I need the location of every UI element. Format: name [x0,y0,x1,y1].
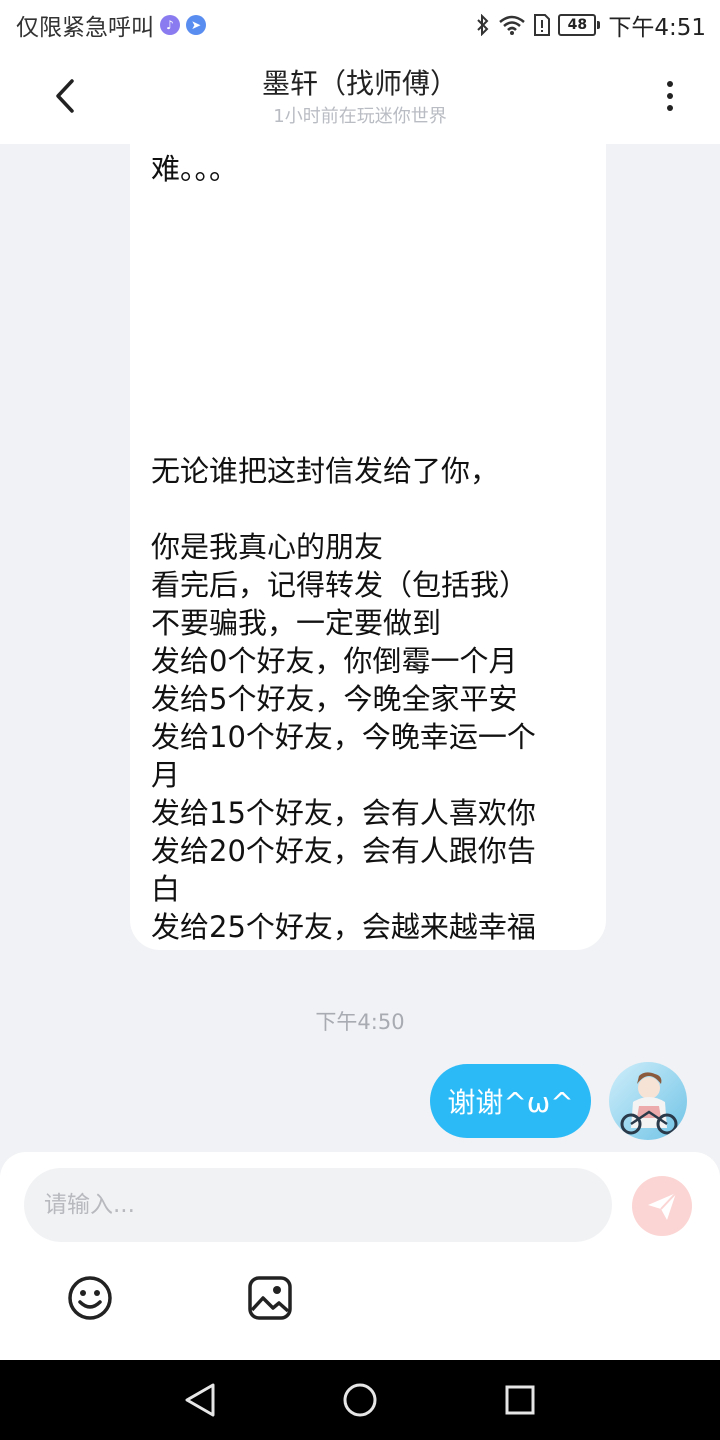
paper-plane-icon [648,1192,677,1220]
message-line: 发给5个好友，今晚全家平安 [151,682,518,716]
home-circle-icon [343,1383,377,1417]
back-triangle-icon [185,1383,215,1417]
message-line: 发给25个好友，会越来越幸福 [151,910,536,944]
message-list[interactable]: 难。。。 无论谁把这封信发给了你， 你是我真心的朋友 看完后，记得转发（包括我）… [0,144,720,1152]
navigation-icon: ➤ [186,15,206,35]
chat-header: 墨轩（找师傅） 1小时前在玩迷你世界 [0,48,720,144]
avatar[interactable] [609,1062,687,1140]
message-line: 无论谁把这封信发给了你， [151,454,500,488]
status-time: 下午4:51 [608,15,706,41]
more-dot [667,105,673,111]
message-line: 发给15个好友，会有人喜欢你 [151,796,536,830]
status-bar: 仅限紧急呼叫 ♪ ➤ 48 下午4:51 [0,0,720,48]
wifi-icon [498,14,526,36]
sim-alert-icon [534,14,551,36]
input-panel [0,1152,720,1360]
emoji-button[interactable] [66,1274,114,1322]
chat-screen: 仅限紧急呼叫 ♪ ➤ 48 下午4:51 墨轩（找师傅） 1小时前在玩迷你世界 … [0,0,720,1440]
more-dot [667,93,673,99]
message-timestamp: 下午4:50 [315,1010,405,1034]
message-line: 白 [151,872,181,906]
carrier-text: 仅限紧急呼叫 [16,15,154,41]
nav-home-button[interactable] [338,1378,382,1422]
message-line: 你是我真心的朋友 [151,530,384,564]
message-line: 不要骗我，一定要做到 [151,606,442,640]
send-button[interactable] [632,1176,692,1236]
message-line: 发给20个好友，会有人跟你告 [151,834,536,868]
system-navigation-bar [0,1360,720,1440]
nav-recents-button[interactable] [498,1378,542,1422]
contact-name: 墨轩（找师傅） [261,67,458,100]
recents-square-icon [505,1385,535,1415]
status-right: 48 下午4:51 [476,8,706,42]
more-options-button[interactable] [646,72,694,120]
message-line: 月 [151,758,181,792]
message-line: 发给10个好友，今晚幸运一个 [151,720,536,754]
message-line: 难。。。 [151,152,239,186]
outgoing-message-bubble[interactable]: 谢谢^ω^ [430,1064,591,1138]
outgoing-message-text: 谢谢^ω^ [447,1086,574,1119]
bluetooth-icon [476,14,490,36]
image-button[interactable] [246,1274,294,1322]
contact-status: 1小时前在玩迷你世界 [273,106,447,127]
message-line: 发给0个好友，你倒霉一个月 [151,644,518,678]
message-input[interactable] [24,1168,612,1242]
music-icon: ♪ [160,15,180,35]
status-left: 仅限紧急呼叫 ♪ ➤ [16,8,206,42]
nav-back-button[interactable] [178,1378,222,1422]
image-icon [248,1276,292,1320]
battery-icon: 48 [558,14,601,36]
more-vertical-icon [667,81,673,87]
message-line: 看完后，记得转发（包括我） [151,568,529,602]
smiley-icon [68,1276,112,1320]
